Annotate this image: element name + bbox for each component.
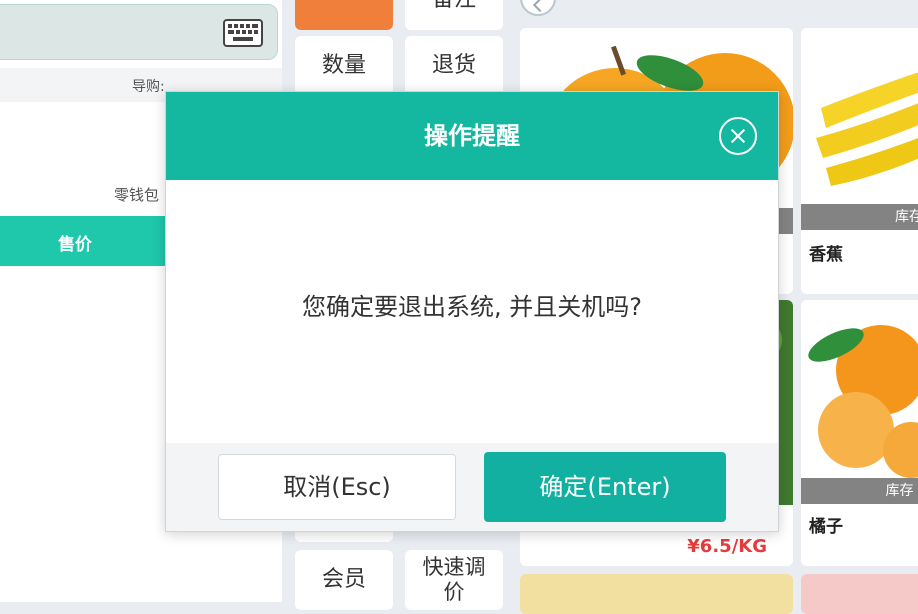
close-circle-icon[interactable]	[719, 117, 757, 155]
stock-bar: 库存	[801, 204, 918, 230]
cancel-button[interactable]: 取消(Esc)	[218, 454, 456, 520]
dialog-header: 操作提醒	[166, 92, 778, 180]
price-column-header: 售价	[58, 235, 92, 255]
quantity-button[interactable]: 数量	[295, 36, 393, 96]
chevron-left-icon[interactable]	[520, 0, 556, 16]
product-card[interactable]: 库存 - 橘子	[801, 300, 918, 566]
barcode-input[interactable]	[0, 4, 278, 60]
wallet-label: 零钱包	[114, 186, 160, 204]
dialog-title: 操作提醒	[424, 122, 520, 150]
guide-label: 导购:	[132, 79, 165, 95]
dialog-footer: 取消(Esc) 确定(Enter)	[166, 443, 778, 531]
product-name: 香蕉	[809, 245, 843, 265]
member-label: 会员	[321, 566, 366, 592]
product-price: ¥6.5/KG	[687, 536, 767, 557]
remark-button[interactable]: 备注	[405, 0, 503, 30]
confirm-button[interactable]: 确定(Enter)	[484, 452, 726, 522]
confirm-dialog: 操作提醒 您确定要退出系统, 并且关机吗? 取消(Esc) 确定(Enter)	[165, 91, 779, 532]
quantity-label: 数量	[321, 52, 366, 78]
stock-label: 库存	[895, 209, 918, 225]
banana-image	[801, 28, 918, 204]
return-label: 退货	[431, 52, 476, 78]
product-name: 橘子	[809, 517, 843, 537]
return-button[interactable]: 退货	[405, 36, 503, 96]
quick-price-button[interactable]: 快速调价	[405, 550, 503, 610]
product-card[interactable]	[801, 574, 918, 614]
stock-bar: 库存 -	[801, 478, 918, 504]
orange-function-button[interactable]	[295, 0, 393, 30]
product-card[interactable]	[520, 574, 793, 614]
member-button[interactable]: 会员	[295, 550, 393, 610]
product-card[interactable]: 库存 香蕉	[801, 28, 918, 294]
stock-label: 库存 -	[885, 483, 918, 499]
dialog-message: 您确定要退出系统, 并且关机吗?	[302, 293, 642, 321]
quick-price-label: 快速调价	[422, 554, 486, 604]
mandarin-image	[801, 300, 918, 478]
keyboard-icon[interactable]	[223, 19, 263, 47]
remark-label: 备注	[432, 0, 476, 13]
